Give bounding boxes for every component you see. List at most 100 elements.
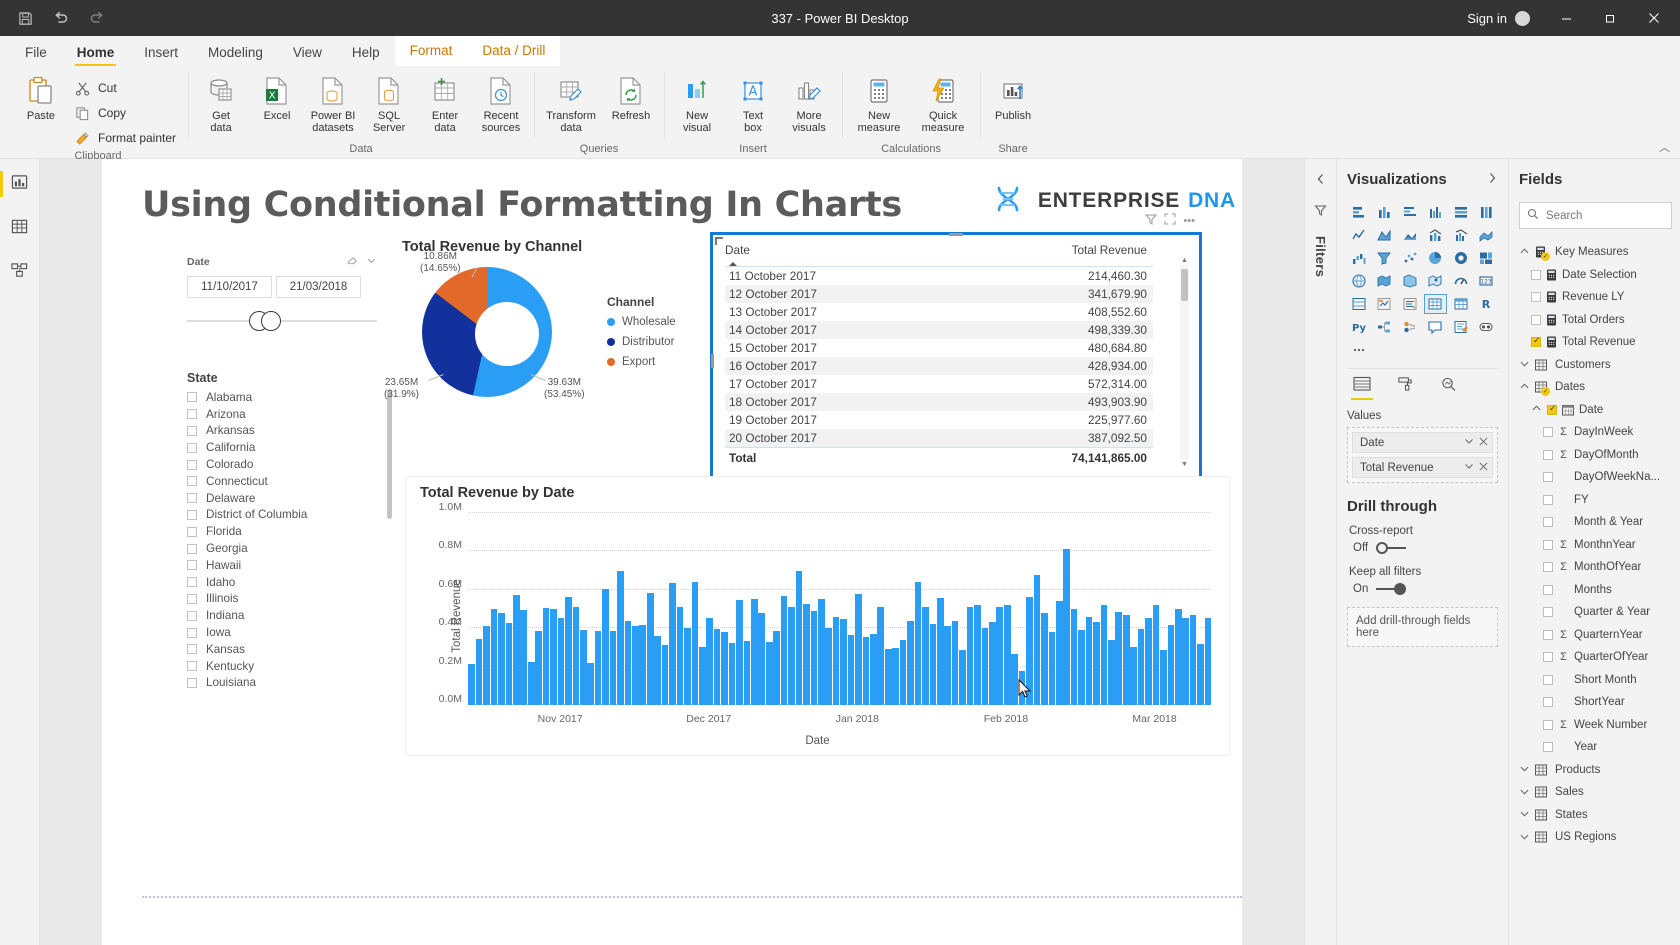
fields-item-quarter-year[interactable]: Quarter & Year — [1519, 601, 1672, 624]
drill-through-drop-zone[interactable]: Add drill-through fields here — [1347, 607, 1498, 647]
bar[interactable] — [498, 612, 505, 705]
publish-button[interactable]: Publish — [986, 72, 1040, 124]
bar[interactable] — [1070, 608, 1078, 705]
paginated-report-icon[interactable] — [1475, 317, 1499, 337]
state-slicer-item[interactable]: Louisiana — [187, 675, 382, 692]
bar[interactable] — [877, 607, 885, 705]
bar[interactable] — [765, 641, 773, 705]
bar[interactable] — [936, 598, 944, 705]
state-slicer-item[interactable]: Indiana — [187, 607, 382, 624]
quick-measure-button[interactable]: Quick measure — [912, 72, 974, 136]
checkbox-icon[interactable] — [1543, 719, 1553, 730]
checkbox-icon[interactable] — [187, 610, 197, 621]
state-slicer-item[interactable]: Kentucky — [187, 658, 382, 675]
checkbox-icon[interactable] — [1543, 742, 1553, 753]
chevron-down-icon[interactable] — [366, 255, 377, 269]
bar[interactable] — [1041, 613, 1048, 705]
bar[interactable] — [1122, 614, 1130, 705]
more-options-icon[interactable]: ••• — [1183, 215, 1195, 227]
refresh-button[interactable]: Refresh — [604, 72, 658, 124]
table-row[interactable]: 16 October 2017 428,934.00 — [725, 357, 1153, 375]
bar[interactable] — [803, 604, 810, 705]
clustered-column-chart-icon[interactable] — [1424, 202, 1448, 222]
chevron-left-icon[interactable] — [1315, 173, 1327, 188]
filled-map-icon[interactable] — [1373, 271, 1397, 291]
checkbox-icon[interactable] — [1543, 517, 1553, 528]
filter-funnel-icon[interactable] — [1145, 213, 1158, 228]
bar[interactable] — [944, 626, 952, 705]
bar[interactable] — [624, 620, 632, 705]
transform-data-button[interactable]: Transform data — [540, 72, 602, 136]
sign-in-button[interactable]: Sign in — [1467, 10, 1530, 26]
100-stacked-bar-icon[interactable] — [1449, 202, 1473, 222]
fields-item-monthnyear[interactable]: Σ MonthnYear — [1519, 534, 1672, 557]
state-slicer-item[interactable]: District of Columbia — [187, 507, 382, 524]
bar[interactable] — [1093, 622, 1100, 705]
table-scroll-thumb[interactable] — [1181, 269, 1188, 301]
bar[interactable] — [1100, 604, 1108, 705]
fields-item-dayinweek[interactable]: Σ DayInWeek — [1519, 421, 1672, 444]
checkbox-checked-icon[interactable] — [1531, 335, 1541, 348]
bar[interactable] — [617, 570, 624, 705]
state-slicer[interactable]: State Alabama Arizona Arkansas California Co… — [187, 371, 392, 692]
checkbox-icon[interactable] — [1543, 629, 1553, 640]
copy-button[interactable]: Copy — [70, 101, 182, 125]
bar[interactable] — [989, 622, 996, 705]
bar[interactable] — [691, 581, 699, 705]
fields-item-year[interactable]: Year — [1519, 736, 1672, 759]
tab-analytics[interactable] — [1440, 376, 1457, 400]
bar[interactable] — [1115, 611, 1123, 705]
fields-table-dates[interactable]: ✓ Dates — [1519, 376, 1672, 399]
bar[interactable] — [513, 595, 520, 705]
bar[interactable] — [1063, 548, 1071, 705]
filters-pane-collapsed[interactable]: Filters — [1304, 159, 1336, 945]
bar[interactable] — [565, 597, 572, 705]
checkbox-icon[interactable] — [1531, 314, 1541, 325]
state-slicer-item[interactable]: Florida — [187, 523, 382, 540]
powerbi-datasets-button[interactable]: Power BI datasets — [306, 72, 360, 136]
smart-narrative-icon[interactable] — [1449, 317, 1473, 337]
checkbox-icon[interactable] — [187, 661, 197, 672]
state-slicer-list[interactable]: Alabama Arizona Arkansas California Colorado… — [187, 389, 392, 692]
fields-item-short-month[interactable]: Short Month — [1519, 669, 1672, 692]
table-row[interactable]: 15 October 2017 480,684.80 — [725, 339, 1153, 357]
bar[interactable] — [557, 618, 565, 705]
checkbox-icon[interactable] — [187, 442, 197, 453]
sidebar-item-data-view[interactable] — [3, 213, 37, 243]
checkbox-icon[interactable] — [187, 543, 197, 554]
fields-table-key-measures[interactable]: ✓ Key Measures — [1519, 241, 1672, 264]
python-visual-icon[interactable]: Py — [1347, 317, 1371, 337]
bar[interactable] — [1137, 628, 1145, 705]
chevron-down-icon[interactable] — [1531, 404, 1542, 415]
matrix-icon[interactable] — [1449, 294, 1473, 314]
restore-icon[interactable] — [1588, 0, 1632, 36]
shape-map-icon[interactable] — [1398, 271, 1422, 291]
fields-table-states[interactable]: States — [1519, 804, 1672, 827]
chevron-right-icon[interactable] — [1519, 809, 1530, 820]
more-visuals-button[interactable]: More visuals — [782, 72, 836, 136]
toggle-switch-on-icon[interactable] — [1376, 583, 1407, 595]
clustered-bar-chart-icon[interactable] — [1398, 202, 1422, 222]
enter-data-button[interactable]: Enter data — [418, 72, 472, 136]
chevron-right-icon[interactable] — [1486, 172, 1498, 187]
close-icon[interactable] — [1632, 0, 1676, 36]
bar[interactable] — [1167, 624, 1175, 705]
azure-map-icon[interactable] — [1424, 271, 1448, 291]
stacked-column-chart-icon[interactable] — [1373, 202, 1397, 222]
state-slicer-item[interactable]: Connecticut — [187, 473, 382, 490]
bar[interactable] — [1085, 617, 1093, 705]
checkbox-icon[interactable] — [1543, 449, 1553, 460]
bar[interactable] — [632, 626, 639, 705]
sidebar-item-report-view[interactable] — [0, 169, 37, 199]
bar[interactable] — [713, 628, 721, 705]
bar[interactable] — [966, 606, 974, 705]
checkbox-icon[interactable] — [187, 560, 197, 571]
tab-home[interactable]: Home — [62, 40, 130, 66]
collapse-ribbon-icon[interactable]: ︿ — [1659, 139, 1670, 155]
bar[interactable] — [468, 663, 476, 705]
bar-chart-visual[interactable]: Total Revenue by Date Total Revenue 0.0M… — [405, 476, 1230, 756]
bar[interactable] — [1182, 617, 1190, 705]
tab-fields[interactable] — [1351, 376, 1373, 400]
checkbox-icon[interactable] — [187, 577, 197, 588]
bar[interactable] — [505, 622, 513, 705]
